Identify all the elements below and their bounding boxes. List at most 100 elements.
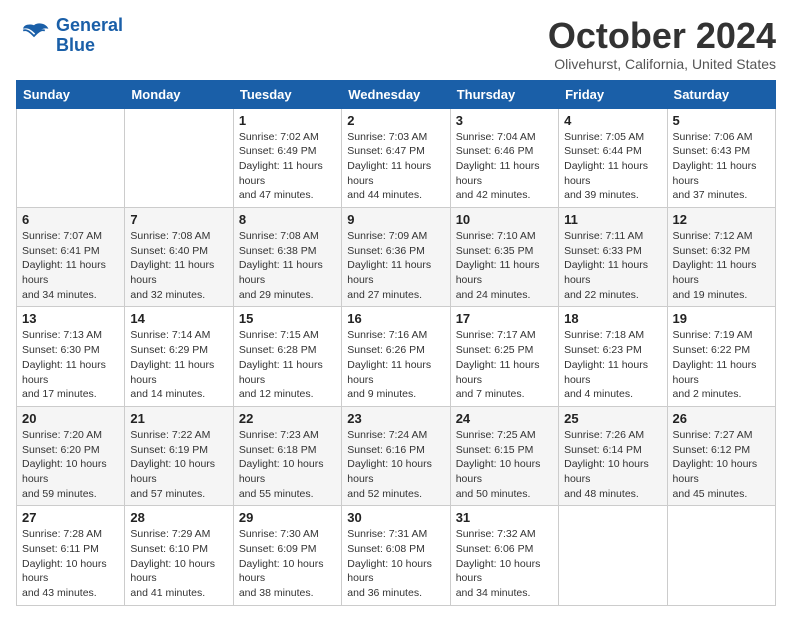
calendar-cell: 23 Sunrise: 7:24 AMSunset: 6:16 PMDayligh… [342, 406, 450, 505]
week-row-4: 20 Sunrise: 7:20 AMSunset: 6:20 PMDayligh… [17, 406, 776, 505]
day-number: 1 [239, 113, 336, 128]
day-detail: Sunrise: 7:29 AMSunset: 6:10 PMDaylight:… [130, 527, 227, 600]
day-number: 21 [130, 411, 227, 426]
calendar-cell: 26Sunrise: 7:27 AMSunset: 6:12 PMDayligh… [667, 406, 775, 505]
calendar-cell [17, 108, 125, 207]
day-detail: Sunrise: 7:22 AMSunset: 6:19 PMDaylight:… [130, 428, 227, 501]
weekday-header-friday: Friday [559, 80, 667, 108]
day-number: 22 [239, 411, 336, 426]
day-detail: Sunrise: 7:30 AMSunset: 6:09 PMDaylight:… [239, 527, 336, 600]
calendar-cell: 16 Sunrise: 7:16 AMSunset: 6:26 PMDayligh… [342, 307, 450, 406]
day-number: 7 [130, 212, 227, 227]
day-number: 17 [456, 311, 553, 326]
day-number: 28 [130, 510, 227, 525]
calendar-cell: 10 Sunrise: 7:10 AMSunset: 6:35 PMDayligh… [450, 208, 558, 307]
logo-icon [16, 18, 52, 54]
calendar-cell: 18 Sunrise: 7:18 AMSunset: 6:23 PMDayligh… [559, 307, 667, 406]
day-number: 13 [22, 311, 119, 326]
day-number: 9 [347, 212, 444, 227]
day-number: 27 [22, 510, 119, 525]
calendar-cell: 4Sunrise: 7:05 AMSunset: 6:44 PMDaylight… [559, 108, 667, 207]
calendar-cell: 7 Sunrise: 7:08 AMSunset: 6:40 PMDaylight… [125, 208, 233, 307]
calendar-cell: 17 Sunrise: 7:17 AMSunset: 6:25 PMDayligh… [450, 307, 558, 406]
calendar-cell: 22Sunrise: 7:23 AMSunset: 6:18 PMDayligh… [233, 406, 341, 505]
day-detail: Sunrise: 7:06 AMSunset: 6:43 PMDaylight:… [673, 130, 770, 203]
calendar-cell: 5 Sunrise: 7:06 AMSunset: 6:43 PMDaylight… [667, 108, 775, 207]
calendar-cell: 20 Sunrise: 7:20 AMSunset: 6:20 PMDayligh… [17, 406, 125, 505]
week-row-2: 6 Sunrise: 7:07 AMSunset: 6:41 PMDaylight… [17, 208, 776, 307]
day-number: 30 [347, 510, 444, 525]
day-detail: Sunrise: 7:10 AMSunset: 6:35 PMDaylight:… [456, 229, 553, 302]
day-detail: Sunrise: 7:17 AMSunset: 6:25 PMDaylight:… [456, 328, 553, 401]
day-number: 11 [564, 212, 661, 227]
header-row: SundayMondayTuesdayWednesdayThursdayFrid… [17, 80, 776, 108]
week-row-5: 27Sunrise: 7:28 AMSunset: 6:11 PMDayligh… [17, 506, 776, 605]
day-number: 23 [347, 411, 444, 426]
day-number: 12 [673, 212, 770, 227]
day-detail: Sunrise: 7:25 AMSunset: 6:15 PMDaylight:… [456, 428, 553, 501]
day-detail: Sunrise: 7:11 AMSunset: 6:33 PMDaylight:… [564, 229, 661, 302]
calendar-cell [125, 108, 233, 207]
day-number: 25 [564, 411, 661, 426]
day-number: 3 [456, 113, 553, 128]
weekday-header-monday: Monday [125, 80, 233, 108]
day-number: 6 [22, 212, 119, 227]
calendar-cell: 29 Sunrise: 7:30 AMSunset: 6:09 PMDayligh… [233, 506, 341, 605]
day-detail: Sunrise: 7:19 AMSunset: 6:22 PMDaylight:… [673, 328, 770, 401]
weekday-header-wednesday: Wednesday [342, 80, 450, 108]
day-detail: Sunrise: 7:20 AMSunset: 6:20 PMDaylight:… [22, 428, 119, 501]
day-number: 4 [564, 113, 661, 128]
day-number: 10 [456, 212, 553, 227]
day-number: 26 [673, 411, 770, 426]
day-detail: Sunrise: 7:24 AMSunset: 6:16 PMDaylight:… [347, 428, 444, 501]
calendar-cell: 13 Sunrise: 7:13 AMSunset: 6:30 PMDayligh… [17, 307, 125, 406]
day-detail: Sunrise: 7:18 AMSunset: 6:23 PMDaylight:… [564, 328, 661, 401]
calendar-cell: 11 Sunrise: 7:11 AMSunset: 6:33 PMDayligh… [559, 208, 667, 307]
calendar-cell: 1 Sunrise: 7:02 AMSunset: 6:49 PMDaylight… [233, 108, 341, 207]
location-subtitle: Olivehurst, California, United States [548, 56, 776, 72]
calendar-cell: 28 Sunrise: 7:29 AMSunset: 6:10 PMDayligh… [125, 506, 233, 605]
calendar-cell: 30 Sunrise: 7:31 AMSunset: 6:08 PMDayligh… [342, 506, 450, 605]
title-block: October 2024 Olivehurst, California, Uni… [548, 16, 776, 72]
calendar-cell [667, 506, 775, 605]
day-number: 20 [22, 411, 119, 426]
weekday-header-saturday: Saturday [667, 80, 775, 108]
day-number: 31 [456, 510, 553, 525]
week-row-3: 13 Sunrise: 7:13 AMSunset: 6:30 PMDayligh… [17, 307, 776, 406]
calendar-cell: 31Sunrise: 7:32 AMSunset: 6:06 PMDayligh… [450, 506, 558, 605]
day-detail: Sunrise: 7:15 AMSunset: 6:28 PMDaylight:… [239, 328, 336, 401]
day-number: 16 [347, 311, 444, 326]
day-detail: Sunrise: 7:08 AMSunset: 6:40 PMDaylight:… [130, 229, 227, 302]
day-number: 24 [456, 411, 553, 426]
day-number: 19 [673, 311, 770, 326]
day-detail: Sunrise: 7:03 AMSunset: 6:47 PMDaylight:… [347, 130, 444, 203]
calendar-cell: 27Sunrise: 7:28 AMSunset: 6:11 PMDayligh… [17, 506, 125, 605]
day-number: 8 [239, 212, 336, 227]
day-detail: Sunrise: 7:16 AMSunset: 6:26 PMDaylight:… [347, 328, 444, 401]
day-number: 14 [130, 311, 227, 326]
calendar-cell: 25Sunrise: 7:26 AMSunset: 6:14 PMDayligh… [559, 406, 667, 505]
day-detail: Sunrise: 7:02 AMSunset: 6:49 PMDaylight:… [239, 130, 336, 203]
day-number: 15 [239, 311, 336, 326]
calendar-cell: 9 Sunrise: 7:09 AMSunset: 6:36 PMDaylight… [342, 208, 450, 307]
logo-text: General Blue [56, 16, 123, 56]
day-detail: Sunrise: 7:13 AMSunset: 6:30 PMDaylight:… [22, 328, 119, 401]
calendar-table: SundayMondayTuesdayWednesdayThursdayFrid… [16, 80, 776, 606]
day-number: 5 [673, 113, 770, 128]
day-detail: Sunrise: 7:04 AMSunset: 6:46 PMDaylight:… [456, 130, 553, 203]
day-detail: Sunrise: 7:08 AMSunset: 6:38 PMDaylight:… [239, 229, 336, 302]
calendar-cell: 8 Sunrise: 7:08 AMSunset: 6:38 PMDaylight… [233, 208, 341, 307]
day-number: 2 [347, 113, 444, 128]
weekday-header-tuesday: Tuesday [233, 80, 341, 108]
calendar-cell: 15 Sunrise: 7:15 AMSunset: 6:28 PMDayligh… [233, 307, 341, 406]
day-number: 18 [564, 311, 661, 326]
day-number: 29 [239, 510, 336, 525]
calendar-cell: 3 Sunrise: 7:04 AMSunset: 6:46 PMDaylight… [450, 108, 558, 207]
day-detail: Sunrise: 7:14 AMSunset: 6:29 PMDaylight:… [130, 328, 227, 401]
day-detail: Sunrise: 7:12 AMSunset: 6:32 PMDaylight:… [673, 229, 770, 302]
calendar-cell [559, 506, 667, 605]
day-detail: Sunrise: 7:09 AMSunset: 6:36 PMDaylight:… [347, 229, 444, 302]
day-detail: Sunrise: 7:31 AMSunset: 6:08 PMDaylight:… [347, 527, 444, 600]
weekday-header-sunday: Sunday [17, 80, 125, 108]
day-detail: Sunrise: 7:07 AMSunset: 6:41 PMDaylight:… [22, 229, 119, 302]
